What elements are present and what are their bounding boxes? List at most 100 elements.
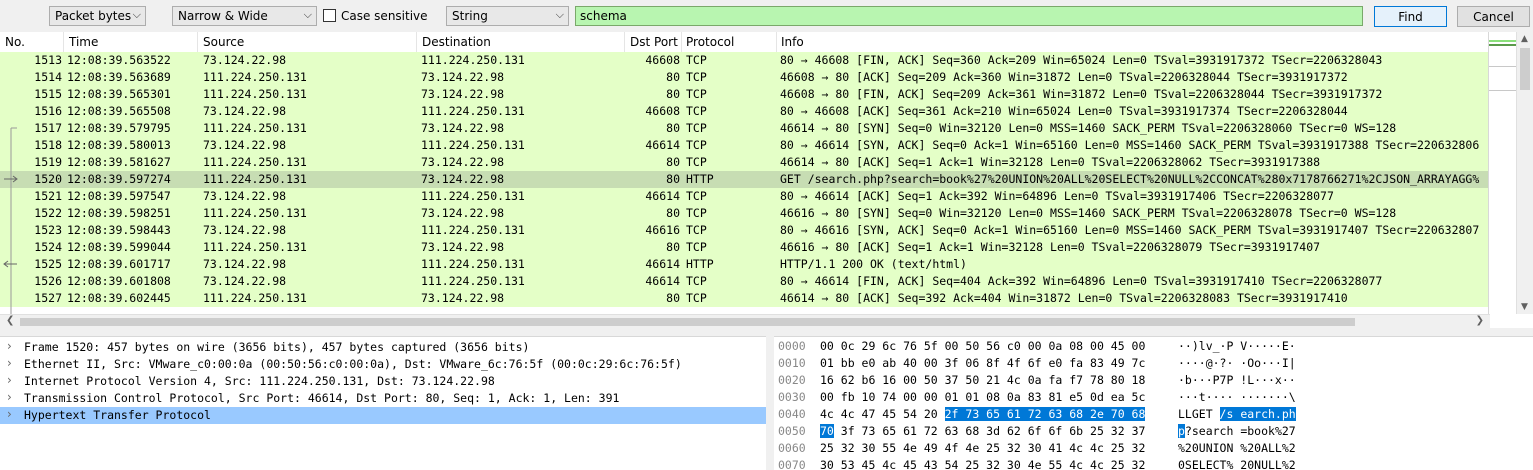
case-sensitive-checkbox[interactable]: Case sensitive	[323, 9, 428, 25]
packet-info: 46608 → 80 [ACK] Seq=209 Ack=360 Win=318…	[780, 70, 1348, 84]
bytes-ascii[interactable]: ···t···· ·······\	[1178, 390, 1296, 404]
bytes-hex[interactable]: 00 fb 10 74 00 00 01 01 08 0a 83 81 e5 0…	[820, 390, 1145, 404]
hex-highlight: 70	[820, 424, 834, 438]
ascii-text: ···t···· ·······\	[1178, 390, 1296, 404]
packet-destination: 111.224.250.131	[421, 53, 525, 67]
packet-row[interactable]: 1517 12:08:39.579795 111.224.250.131 73.124…	[0, 120, 1490, 137]
packet-destination: 73.124.22.98	[421, 240, 505, 254]
packet-protocol: TCP	[686, 189, 707, 203]
bytes-hex[interactable]: 16 62 b6 16 00 50 37 50 21 4c 0a fa f7 7…	[820, 373, 1145, 387]
bytes-hex[interactable]: 4c 4c 47 45 54 20 2f 73 65 61 72 63 68 2…	[820, 407, 1146, 421]
bytes-hex[interactable]: 25 32 30 55 4e 49 4f 4e 25 32 30 41 4c 4…	[820, 441, 1145, 455]
packet-row[interactable]: 1518 12:08:39.580013 73.124.22.98 111.224.2…	[0, 137, 1490, 154]
packet-source: 73.124.22.98	[203, 274, 287, 288]
packet-list-vertical-scrollbar[interactable]: ▲ ▼	[1516, 32, 1533, 314]
packet-info: 46616 → 80 [SYN] Seq=0 Win=32120 Len=0 M…	[780, 206, 1397, 220]
scroll-up-icon[interactable]: ▲	[1521, 34, 1528, 44]
packet-info: 80 → 46616 [SYN, ACK] Seq=0 Ack=1 Win=65…	[780, 223, 1480, 237]
column-header-destination[interactable]: Destination	[422, 35, 491, 49]
chevron-right-icon[interactable]: ›	[7, 356, 12, 370]
packet-row[interactable]: 1515 12:08:39.565301 111.224.250.131 73.124…	[0, 86, 1490, 103]
packet-list-header: No. Time Source Destination Dst Port Pro…	[0, 32, 1516, 53]
packet-protocol: TCP	[686, 53, 707, 67]
packet-destination: 111.224.250.131	[421, 223, 525, 237]
bytes-hex[interactable]: 30 53 45 4c 45 43 54 25 32 30 4e 55 4c 4…	[820, 458, 1145, 470]
bytes-hex[interactable]: 70 3f 73 65 61 72 63 68 3d 62 6f 6f 6b 2…	[820, 424, 1145, 438]
details-tree-item[interactable]: › Frame 1520: 457 bytes on wire (3656 bit…	[0, 339, 766, 356]
packet-minimap[interactable]	[1488, 32, 1517, 314]
details-tree-item[interactable]: › Internet Protocol Version 4, Src: 111.2…	[0, 373, 766, 390]
packet-row[interactable]: 1522 12:08:39.598251 111.224.250.131 73.124…	[0, 205, 1490, 222]
chevron-right-icon[interactable]: ›	[7, 407, 12, 421]
packet-row[interactable]: 1524 12:08:39.599044 111.224.250.131 73.124…	[0, 239, 1490, 256]
minimap-mark	[1489, 66, 1517, 67]
scroll-down-icon[interactable]: ▼	[1521, 302, 1528, 312]
details-tree-label: Transmission Control Protocol, Src Port:…	[24, 391, 620, 405]
packet-row[interactable]: 1525 12:08:39.601717 73.124.22.98 111.224.2…	[0, 256, 1490, 273]
pane-splitter[interactable]	[766, 336, 774, 469]
char-width-select[interactable]: Narrow & Wide ⌵	[172, 6, 317, 26]
scroll-left-icon[interactable]: ❮	[6, 315, 14, 326]
packet-protocol: TCP	[686, 70, 707, 84]
bytes-hex[interactable]: 00 0c 29 6c 76 5f 00 50 56 c0 00 0a 08 0…	[820, 339, 1145, 353]
column-divider[interactable]	[624, 32, 625, 52]
bytes-ascii[interactable]: ··)lv_·P V·····E·	[1178, 339, 1296, 353]
column-header-time[interactable]: Time	[69, 35, 98, 49]
column-divider[interactable]	[681, 32, 682, 52]
bytes-ascii[interactable]: %20UNION %20ALL%2	[1178, 441, 1296, 455]
column-divider[interactable]	[63, 32, 64, 52]
ascii-text: LLGET	[1178, 407, 1220, 421]
bytes-ascii[interactable]: ····@·?· ·Oo···I|	[1178, 356, 1296, 370]
bytes-hex[interactable]: 01 bb e0 ab 40 00 3f 06 8f 4f 6f e0 fa 8…	[820, 356, 1145, 370]
chevron-right-icon[interactable]: ›	[7, 373, 12, 387]
column-header-no[interactable]: No.	[5, 35, 25, 49]
scrollbar-thumb[interactable]	[1520, 48, 1530, 90]
search-input-value: schema	[580, 9, 627, 23]
packet-protocol: TCP	[686, 223, 707, 237]
bytes-ascii[interactable]: ·b···P7P !L···x··	[1178, 373, 1296, 387]
column-header-info[interactable]: Info	[781, 35, 804, 49]
display-format-select[interactable]: Packet bytes ⌵	[49, 6, 146, 26]
details-tree-item[interactable]: › Transmission Control Protocol, Src Port…	[0, 390, 766, 407]
packet-list-horizontal-scrollbar[interactable]: ❮ ❯	[0, 314, 1490, 329]
column-header-source[interactable]: Source	[203, 35, 244, 49]
packet-row[interactable]: 1516 12:08:39.565508 73.124.22.98 111.224.2…	[0, 103, 1490, 120]
find-button[interactable]: Find	[1374, 6, 1447, 27]
packet-row[interactable]: 1514 12:08:39.563689 111.224.250.131 73.124…	[0, 69, 1490, 86]
packet-time: 12:08:39.563522	[67, 53, 171, 67]
packet-dst-port: 46614	[645, 189, 680, 203]
search-type-select[interactable]: String ⌵	[446, 6, 569, 26]
details-tree-item[interactable]: › Ethernet II, Src: VMware_c0:00:0a (00:5…	[0, 356, 766, 373]
packet-row[interactable]: 1521 12:08:39.597547 73.124.22.98 111.224.2…	[0, 188, 1490, 205]
packet-source: 111.224.250.131	[203, 291, 307, 305]
details-tree-item[interactable]: › Hypertext Transfer Protocol	[0, 407, 766, 424]
packet-row[interactable]: 1527 12:08:39.602445 111.224.250.131 73.124…	[0, 290, 1490, 307]
packet-protocol: TCP	[686, 155, 707, 169]
packet-row[interactable]: 1526 12:08:39.601808 73.124.22.98 111.224.2…	[0, 273, 1490, 290]
chevron-right-icon[interactable]: ›	[7, 339, 12, 353]
scrollbar-thumb[interactable]	[20, 318, 1355, 326]
bytes-ascii[interactable]: LLGET /s earch.ph	[1178, 407, 1296, 421]
column-divider[interactable]	[776, 32, 777, 52]
bytes-offset: 0010	[778, 356, 806, 370]
chevron-right-icon[interactable]: ›	[7, 390, 12, 404]
packet-protocol: TCP	[686, 104, 707, 118]
packet-destination: 73.124.22.98	[421, 155, 505, 169]
bytes-ascii[interactable]: p?search =book%27	[1178, 424, 1296, 438]
packet-destination: 73.124.22.98	[421, 121, 505, 135]
checkbox-box[interactable]	[323, 9, 336, 22]
packet-row[interactable]: 1523 12:08:39.598443 73.124.22.98 111.224.2…	[0, 222, 1490, 239]
packet-row[interactable]: 1520 12:08:39.597274 111.224.250.131 73.124…	[0, 171, 1490, 188]
packet-source: 73.124.22.98	[203, 257, 287, 271]
column-divider[interactable]	[197, 32, 198, 52]
packet-row[interactable]: 1513 12:08:39.563522 73.124.22.98 111.224.2…	[0, 52, 1490, 69]
column-header-dst-port[interactable]: Dst Port	[630, 35, 678, 49]
bytes-row: 0070 30 53 45 4c 45 43 54 25 32 30 4e 55 …	[774, 457, 1533, 470]
column-divider[interactable]	[416, 32, 417, 52]
scroll-right-icon[interactable]: ❯	[1476, 315, 1484, 326]
packet-row[interactable]: 1519 12:08:39.581627 111.224.250.131 73.124…	[0, 154, 1490, 171]
bytes-ascii[interactable]: 0SELECT% 20NULL%2	[1178, 458, 1296, 470]
search-input[interactable]: schema	[575, 6, 1363, 26]
column-header-protocol[interactable]: Protocol	[686, 35, 734, 49]
cancel-button[interactable]: Cancel	[1457, 6, 1530, 27]
